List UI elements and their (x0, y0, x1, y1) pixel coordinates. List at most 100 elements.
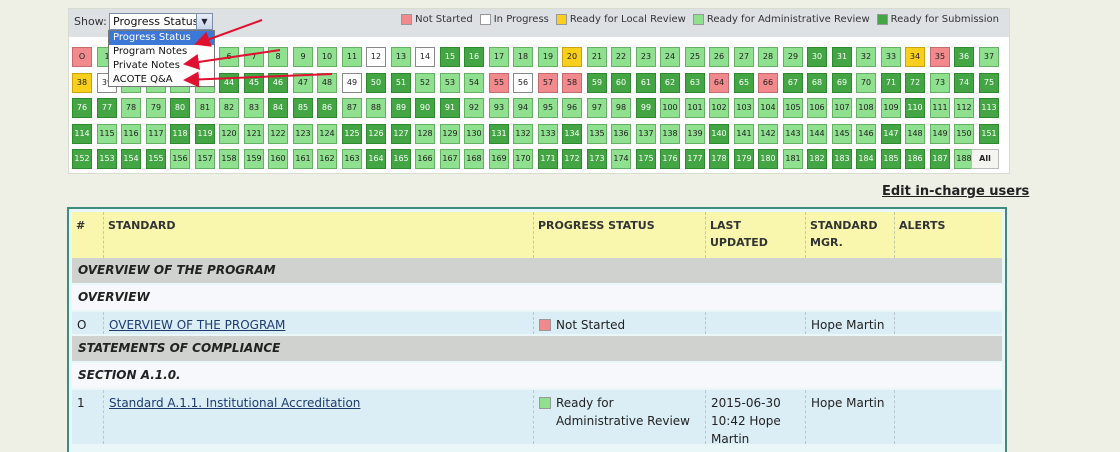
standard-cell[interactable]: 176 (660, 149, 680, 169)
standard-cell[interactable]: 171 (538, 149, 558, 169)
cell-standard-link[interactable]: OVERVIEW OF THE PROGRAM (104, 312, 534, 334)
standard-cell[interactable]: 20 (562, 47, 582, 67)
standard-cell[interactable]: 31 (832, 47, 852, 67)
standard-cell[interactable]: 144 (807, 124, 827, 144)
standard-cell[interactable]: 114 (72, 124, 92, 144)
standard-cell[interactable]: 129 (440, 124, 460, 144)
standard-cell[interactable]: 96 (562, 98, 582, 118)
standard-cell[interactable]: 177 (685, 149, 705, 169)
standard-cell[interactable]: 7 (244, 47, 264, 67)
dropdown-option[interactable]: Private Notes (109, 59, 214, 73)
standard-cell[interactable]: 8 (268, 47, 288, 67)
standard-cell[interactable]: 141 (734, 124, 754, 144)
standard-cell[interactable]: 76 (72, 98, 92, 118)
standard-cell[interactable]: 95 (538, 98, 558, 118)
standard-cell[interactable]: 81 (195, 98, 215, 118)
standard-cell[interactable]: 102 (709, 98, 729, 118)
standard-cell[interactable]: 158 (219, 149, 239, 169)
standard-cell[interactable]: 103 (734, 98, 754, 118)
standard-cell[interactable]: 80 (170, 98, 190, 118)
standard-cell[interactable]: 21 (587, 47, 607, 67)
standard-cell[interactable]: 28 (758, 47, 778, 67)
standard-cell[interactable]: 34 (905, 47, 925, 67)
standard-cell[interactable]: 32 (856, 47, 876, 67)
standard-cell[interactable]: 49 (342, 73, 362, 93)
standard-cell[interactable]: 83 (244, 98, 264, 118)
standard-cell[interactable]: 163 (342, 149, 362, 169)
standard-cell[interactable]: 87 (342, 98, 362, 118)
standard-cell[interactable]: 150 (954, 124, 974, 144)
standard-cell[interactable]: 23 (636, 47, 656, 67)
standard-cell[interactable]: 127 (391, 124, 411, 144)
standard-cell[interactable]: 25 (685, 47, 705, 67)
standard-cell[interactable]: 58 (562, 73, 582, 93)
standard-cell[interactable]: 79 (146, 98, 166, 118)
standard-cell[interactable]: 61 (636, 73, 656, 93)
standard-cell[interactable]: 93 (489, 98, 509, 118)
standard-cell[interactable]: 24 (660, 47, 680, 67)
standard-cell[interactable]: 173 (587, 149, 607, 169)
standard-cell[interactable]: 75 (979, 73, 999, 93)
standard-cell[interactable]: 123 (293, 124, 313, 144)
standard-cell[interactable]: 113 (979, 98, 999, 118)
standard-cell[interactable]: 67 (783, 73, 803, 93)
standard-cell[interactable]: 30 (807, 47, 827, 67)
standard-cell[interactable]: 105 (783, 98, 803, 118)
standard-cell[interactable]: 22 (611, 47, 631, 67)
standard-cell[interactable]: 69 (832, 73, 852, 93)
standard-cell[interactable]: 147 (881, 124, 901, 144)
standard-cell[interactable]: 124 (317, 124, 337, 144)
standard-cell[interactable]: 165 (391, 149, 411, 169)
standard-cell[interactable]: 148 (905, 124, 925, 144)
standard-cell[interactable]: 115 (97, 124, 117, 144)
standard-cell[interactable]: 70 (856, 73, 876, 93)
standard-cell[interactable]: 108 (856, 98, 876, 118)
standard-cell[interactable]: 78 (121, 98, 141, 118)
standard-cell[interactable]: 63 (685, 73, 705, 93)
standard-cell[interactable]: 11 (342, 47, 362, 67)
cell-standard-link[interactable]: Standard A.1.1. Institutional Accreditat… (104, 390, 534, 444)
standard-cell[interactable]: 52 (415, 73, 435, 93)
standard-cell[interactable]: 37 (979, 47, 999, 67)
standard-cell[interactable]: 164 (366, 149, 386, 169)
standard-cell[interactable]: 101 (685, 98, 705, 118)
standard-cell[interactable]: 97 (587, 98, 607, 118)
standard-cell[interactable]: 56 (513, 73, 533, 93)
standard-cell[interactable]: 142 (758, 124, 778, 144)
standard-cell[interactable]: 77 (97, 98, 117, 118)
standard-cell[interactable]: 121 (244, 124, 264, 144)
standard-cell[interactable]: 138 (660, 124, 680, 144)
standard-cell[interactable]: 85 (293, 98, 313, 118)
standard-cell[interactable]: 9 (293, 47, 313, 67)
standard-cell[interactable]: 74 (954, 73, 974, 93)
standard-cell[interactable]: 14 (415, 47, 435, 67)
standard-cell[interactable]: 146 (856, 124, 876, 144)
standard-cell[interactable]: 174 (611, 149, 631, 169)
standard-cell[interactable]: 156 (170, 149, 190, 169)
standard-cell[interactable]: 35 (930, 47, 950, 67)
standard-cell[interactable]: 181 (783, 149, 803, 169)
standard-cell[interactable]: 84 (268, 98, 288, 118)
standard-cell[interactable]: 54 (464, 73, 484, 93)
standard-cell[interactable]: 131 (489, 124, 509, 144)
show-select[interactable]: Progress Status ▼ (109, 13, 213, 30)
standard-cell[interactable]: 44 (219, 73, 239, 93)
standard-cell[interactable]: 89 (391, 98, 411, 118)
standard-cell[interactable]: 86 (317, 98, 337, 118)
standard-cell[interactable]: 134 (562, 124, 582, 144)
standard-cell[interactable]: 27 (734, 47, 754, 67)
standard-cell[interactable]: 55 (489, 73, 509, 93)
standard-cell[interactable]: 33 (881, 47, 901, 67)
standard-cell[interactable]: 60 (611, 73, 631, 93)
standard-cell[interactable]: 71 (881, 73, 901, 93)
standard-cell[interactable]: 29 (783, 47, 803, 67)
standard-cell[interactable]: 62 (660, 73, 680, 93)
standard-cell[interactable]: 16 (464, 47, 484, 67)
standard-cell[interactable]: 139 (685, 124, 705, 144)
standard-cell[interactable]: 19 (538, 47, 558, 67)
standard-cell[interactable]: 66 (758, 73, 778, 93)
standard-cell[interactable]: 10 (317, 47, 337, 67)
standard-cell[interactable]: 57 (538, 73, 558, 93)
standard-cell[interactable]: 153 (97, 149, 117, 169)
standard-cell[interactable]: 15 (440, 47, 460, 67)
